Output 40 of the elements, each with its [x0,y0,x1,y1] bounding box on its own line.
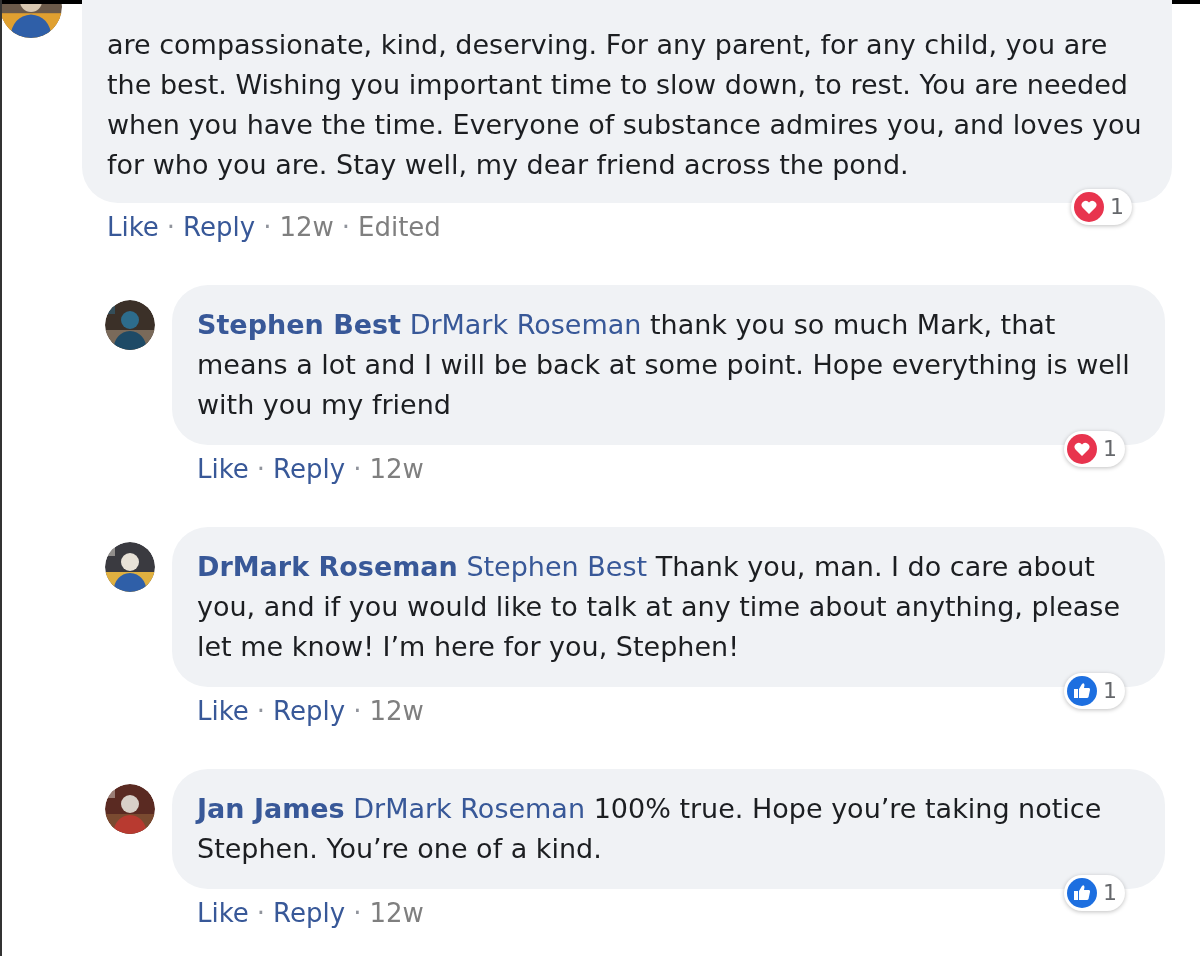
reaction-count: 1 [1103,882,1117,904]
comment-text: are compassionate, kind, deserving. For any parent, for any child, you are the best. Wishing you important time to slow down, to rest. You are needed when you have the time. Everyone of substance admires you, and loves you for who you are. Stay well, my dear friend across the pond. [107,28,1143,182]
author-link[interactable]: Stephen Best [197,309,402,340]
like-link[interactable]: Like [197,895,249,931]
like-link[interactable]: Like [197,451,249,487]
reply-link[interactable]: Reply [273,693,346,729]
reaction-badge[interactable]: 1 [1064,431,1125,467]
reply-link[interactable]: Reply [183,209,256,245]
separator-dot: · [341,211,350,244]
reaction-badge[interactable]: 1 [1071,189,1132,225]
separator-dot: · [256,897,266,930]
separator-dot: · [256,453,266,486]
reaction-count: 1 [1110,196,1124,218]
author-link[interactable]: Jan James [197,793,345,824]
timestamp[interactable]: 12w [279,209,334,245]
separator-dot: · [353,897,362,930]
reaction-count: 1 [1103,680,1117,702]
like-link[interactable]: Like [107,209,159,245]
mention-link[interactable]: DrMark Roseman [353,793,586,824]
separator-dot: · [166,211,176,244]
mention-link[interactable]: DrMark Roseman [409,309,642,340]
separator-dot: · [353,453,362,486]
comment-text: Stephen Best DrMark Roseman thank you so much Mark, that means a lot and I will be back at some point. Hope everything is well with you my friend [197,308,1131,422]
reaction-badge[interactable]: 1 [1064,673,1125,709]
like-link[interactable]: Like [197,693,249,729]
mention-link[interactable]: Stephen Best [466,551,648,582]
author-link[interactable]: DrMark Roseman [197,551,458,582]
comment-text: DrMark Roseman Stephen Best Thank you, man. I do care about you, and if you would like to talk at any time about anything, please let me know! I’m here for you, Stephen! [197,550,1121,664]
reaction-count: 1 [1103,438,1117,460]
reply-link[interactable]: Reply [273,895,346,931]
separator-dot: · [263,211,272,244]
separator-dot: · [353,695,362,728]
reaction-badge[interactable]: 1 [1064,875,1125,911]
separator-dot: · [256,695,266,728]
timestamp[interactable]: 12w [369,451,424,487]
reply-link[interactable]: Reply [273,451,346,487]
timestamp[interactable]: 12w [369,693,424,729]
comment-text: Jan James DrMark Roseman 100% true. Hope you’re taking notice Stephen. You’re one of a kind. [197,792,1103,866]
timestamp[interactable]: 12w [369,895,424,931]
edited-label: Edited [358,211,441,244]
